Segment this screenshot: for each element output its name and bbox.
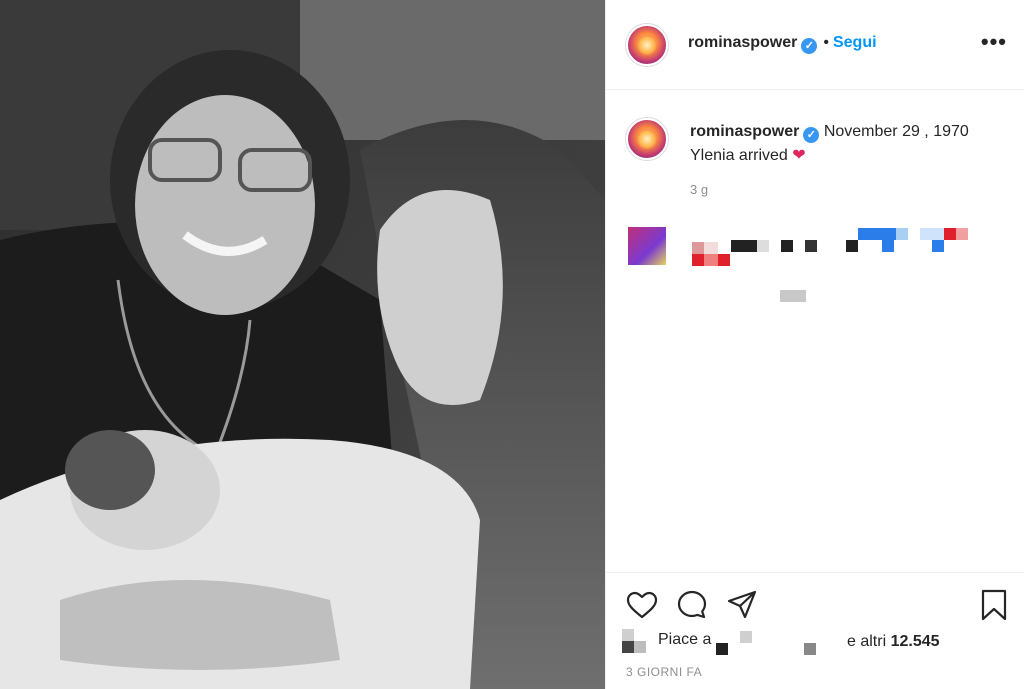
bookmark-icon[interactable] bbox=[980, 589, 1008, 621]
paper-plane-icon[interactable] bbox=[726, 589, 758, 621]
red-heart-emoji: ❤ bbox=[792, 147, 806, 164]
caption: rominaspower ✓ November 29 , 1970 Ylenia … bbox=[690, 120, 1010, 168]
redacted-block bbox=[716, 643, 728, 655]
redacted-block bbox=[805, 240, 817, 252]
redacted-block bbox=[692, 242, 704, 254]
redacted-avatar bbox=[628, 227, 666, 265]
redacted-block bbox=[740, 631, 752, 643]
redacted-block bbox=[896, 228, 908, 240]
comment-icon[interactable] bbox=[676, 589, 708, 621]
redacted-block bbox=[858, 228, 896, 240]
redacted-block bbox=[882, 240, 894, 252]
post-header: rominaspower ✓ • Segui ••• bbox=[606, 0, 1024, 90]
redacted-block bbox=[704, 242, 718, 254]
redacted-block bbox=[622, 641, 634, 653]
avatar[interactable] bbox=[626, 24, 668, 66]
redacted-block bbox=[634, 641, 646, 653]
redacted-block bbox=[757, 240, 769, 252]
heart-icon[interactable] bbox=[626, 591, 658, 619]
redacted-block bbox=[956, 228, 968, 240]
redacted-block bbox=[731, 240, 757, 252]
separator-dot: • bbox=[823, 34, 829, 51]
username-link[interactable]: rominaspower bbox=[688, 34, 797, 51]
caption-avatar[interactable] bbox=[626, 118, 668, 160]
likes-prefix: Piace a bbox=[658, 631, 711, 649]
redacted-block bbox=[804, 643, 816, 655]
likes-suffix-text: e altri bbox=[847, 633, 887, 650]
redacted-block bbox=[780, 290, 806, 302]
follow-button[interactable]: Segui bbox=[833, 34, 877, 51]
redacted-block bbox=[846, 240, 858, 252]
post-photo bbox=[0, 0, 605, 689]
header-user-line: rominaspower ✓ • Segui bbox=[688, 34, 877, 54]
redacted-block bbox=[718, 254, 730, 266]
verified-badge-icon: ✓ bbox=[801, 38, 818, 54]
redacted-block bbox=[704, 254, 718, 266]
redacted-block bbox=[692, 254, 704, 266]
more-options-icon[interactable]: ••• bbox=[981, 31, 1007, 53]
post-actions: Piace a e altri 12.545 3 GIORNI FA bbox=[606, 572, 1024, 689]
redacted-block bbox=[944, 228, 956, 240]
caption-username-link[interactable]: rominaspower bbox=[690, 123, 799, 140]
post-side-panel: rominaspower ✓ • Segui ••• rominaspower ✓ No… bbox=[605, 0, 1024, 689]
redacted-block bbox=[920, 228, 944, 240]
likes-count: 12.545 bbox=[890, 633, 940, 650]
likes-count-line[interactable]: e altri 12.545 bbox=[847, 633, 940, 651]
redacted-block bbox=[622, 629, 634, 641]
caption-block: rominaspower ✓ November 29 , 1970 Ylenia … bbox=[606, 90, 1024, 572]
verified-badge-icon: ✓ bbox=[803, 127, 820, 143]
redacted-block bbox=[932, 240, 944, 252]
likes-prefix-text: Piace a bbox=[658, 631, 712, 648]
caption-timestamp[interactable]: 3 g bbox=[690, 182, 708, 197]
redacted-block bbox=[781, 240, 793, 252]
post-timestamp[interactable]: 3 GIORNI FA bbox=[626, 665, 702, 679]
